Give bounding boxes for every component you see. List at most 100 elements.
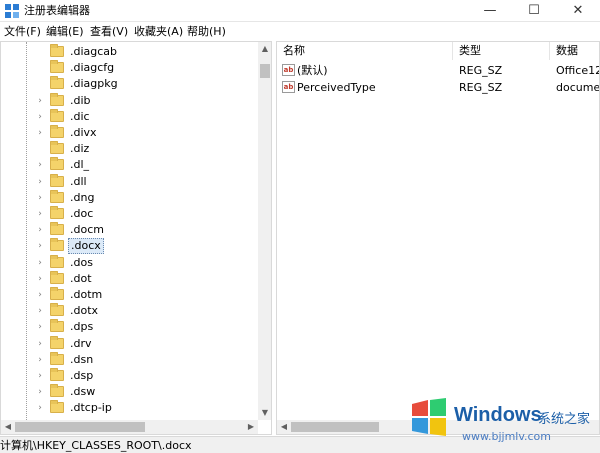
values-pane[interactable]: 名称 类型 数据 ab (默认) REG_SZ Office12. ab Per… <box>276 41 600 435</box>
values-hscroll-thumb[interactable] <box>291 422 379 432</box>
expand-chevron-icon[interactable]: › <box>35 223 45 237</box>
minimize-button[interactable]: — <box>468 0 512 22</box>
expand-chevron-icon[interactable]: › <box>35 401 45 415</box>
watermark-brand-cn: 系统之家 <box>538 412 591 427</box>
expand-chevron-icon[interactable]: › <box>35 385 45 399</box>
tree-item[interactable]: › .docm <box>1 222 258 238</box>
folder-icon <box>50 92 64 106</box>
folder-icon <box>50 60 64 74</box>
value-row[interactable]: ab (默认) REG_SZ Office12. <box>277 62 599 79</box>
tree-item-label: .diagcfg <box>70 61 115 75</box>
tree-item-label: .dic <box>70 109 90 123</box>
tree-item[interactable]: .diagcfg <box>1 60 258 76</box>
tree-item-label: .divx <box>70 126 97 139</box>
menu-view[interactable]: 查看(V) <box>90 24 128 39</box>
tree-item-label: .drv <box>70 336 92 350</box>
expand-chevron-icon[interactable]: › <box>35 239 45 253</box>
tree-item-label: .dps <box>70 320 94 334</box>
tree-item[interactable]: .diagcab <box>1 44 258 60</box>
menu-file[interactable]: 文件(F) <box>4 24 41 39</box>
scroll-up-arrow-icon[interactable]: ▲ <box>258 42 271 56</box>
tree-hscroll-thumb[interactable] <box>15 422 145 432</box>
column-header-type[interactable]: 类型 <box>453 42 550 60</box>
tree-item[interactable]: › .dsw <box>1 384 258 400</box>
folder-icon <box>50 303 64 317</box>
column-header-data[interactable]: 数据 <box>550 42 599 60</box>
watermark-url: www.bjjmlv.com <box>462 430 551 443</box>
tree-item[interactable]: › .docx <box>1 238 258 255</box>
expand-chevron-icon[interactable]: › <box>35 337 45 351</box>
expand-chevron-icon[interactable]: › <box>35 126 45 140</box>
registry-editor-icon <box>5 4 19 18</box>
expand-chevron-icon[interactable]: › <box>35 158 45 172</box>
expand-chevron-icon[interactable]: › <box>35 304 45 318</box>
value-row[interactable]: ab PerceivedType REG_SZ documer <box>277 79 599 96</box>
scroll-left-arrow-icon[interactable]: ◀ <box>1 420 15 434</box>
tree-item[interactable]: › .dps <box>1 319 258 335</box>
tree-scroll-thumb[interactable] <box>260 64 270 78</box>
folder-icon <box>50 173 64 187</box>
tree-item[interactable]: .diz <box>1 141 258 157</box>
windows-logo-icon <box>412 398 446 436</box>
scroll-left-arrow-icon[interactable]: ◀ <box>277 420 291 434</box>
menu-favorites[interactable]: 收藏夹(A) <box>134 24 183 39</box>
tree-item-label: .diz <box>70 142 90 156</box>
expand-chevron-icon[interactable]: › <box>35 272 45 286</box>
tree-item[interactable]: › .divx <box>1 125 258 141</box>
expand-chevron-icon[interactable]: › <box>35 353 45 367</box>
folder-icon <box>50 44 64 57</box>
key-tree-pane[interactable]: .diagcab .diagcfg .diagpkg › .dib › .dic › .divx… <box>0 41 272 435</box>
tree-item[interactable]: .diagpkg <box>1 76 258 92</box>
menu-help[interactable]: 帮助(H) <box>187 24 226 39</box>
expand-chevron-icon[interactable]: › <box>35 207 45 221</box>
tree-item[interactable]: › .dsn <box>1 351 258 368</box>
expand-chevron-icon[interactable]: › <box>35 288 45 302</box>
tree-item-label: .docx <box>68 238 104 255</box>
string-value-icon: ab <box>282 81 295 93</box>
scroll-down-arrow-icon[interactable]: ▼ <box>258 406 271 420</box>
tree-item[interactable]: › .dic <box>1 108 258 125</box>
value-type: REG_SZ <box>459 64 503 77</box>
tree-item[interactable]: › .dsp <box>1 368 258 384</box>
tree-item[interactable]: › .dll <box>1 173 258 190</box>
tree-item[interactable]: › .dib <box>1 92 258 109</box>
value-type: REG_SZ <box>459 81 503 94</box>
expand-chevron-icon[interactable]: › <box>35 369 45 383</box>
tree-item-label: .dotm <box>70 288 103 301</box>
tree-item[interactable]: › .dl_ <box>1 157 258 173</box>
tree-item[interactable]: › .drv <box>1 335 258 352</box>
tree-horizontal-scrollbar[interactable]: ◀ ▶ <box>1 420 258 434</box>
folder-icon <box>50 319 64 333</box>
scroll-right-arrow-icon[interactable]: ▶ <box>244 420 258 434</box>
tree-item-label: .dos <box>70 255 93 269</box>
tree-item[interactable]: › .dos <box>1 254 258 271</box>
value-name: PerceivedType <box>297 81 376 94</box>
maximize-button[interactable]: ☐ <box>512 0 556 22</box>
close-button[interactable]: ✕ <box>556 0 600 22</box>
folder-icon <box>50 76 64 90</box>
tree-item[interactable]: › .dng <box>1 189 258 206</box>
tree-item[interactable]: › .dot <box>1 270 258 287</box>
tree-item-label: .doc <box>70 207 94 220</box>
folder-icon <box>50 206 64 219</box>
expand-chevron-icon[interactable]: › <box>35 191 45 205</box>
tree-item-label: .dtcp-ip <box>70 401 112 415</box>
column-header-name[interactable]: 名称 <box>277 42 453 60</box>
tree-item[interactable]: › .dtcp-ip <box>1 400 258 416</box>
folder-icon <box>50 287 64 300</box>
folder-icon <box>50 108 64 122</box>
menu-edit[interactable]: 编辑(E) <box>46 24 84 39</box>
tree-item[interactable]: › .dotx <box>1 303 258 319</box>
expand-chevron-icon[interactable]: › <box>35 320 45 334</box>
expand-chevron-icon[interactable]: › <box>35 110 45 124</box>
expand-chevron-icon[interactable]: › <box>35 175 45 189</box>
expand-chevron-icon[interactable]: › <box>35 256 45 270</box>
expand-chevron-icon[interactable]: › <box>35 94 45 108</box>
tree-vertical-scrollbar[interactable]: ▲ ▼ <box>258 42 271 420</box>
tree-item[interactable]: › .doc <box>1 206 258 222</box>
status-path: 计算机\HKEY_CLASSES_ROOT\.docx <box>0 439 192 452</box>
tree-item[interactable]: › .dotm <box>1 287 258 303</box>
watermark-brand: Windows <box>454 404 542 426</box>
menu-bar: 文件(F) 编辑(E) 查看(V) 收藏夹(A) 帮助(H) <box>0 22 600 41</box>
tree-item-label: .dl_ <box>70 158 90 172</box>
